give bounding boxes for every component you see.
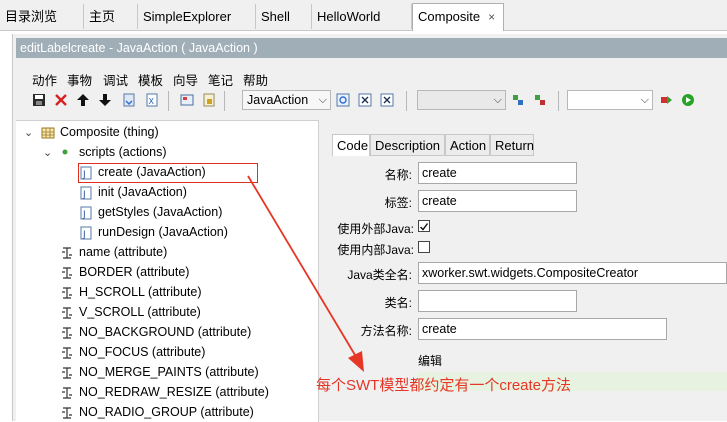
java-file-icon: J [80, 186, 92, 200]
third-combo[interactable]: ⌵ [567, 90, 653, 110]
toolbar-separator [558, 91, 559, 111]
attribute-icon [62, 327, 72, 339]
name-field[interactable]: create [418, 162, 577, 184]
toolbar-separator [224, 91, 225, 111]
tree-node-get-styles[interactable]: getStyles (JavaAction) [98, 202, 222, 222]
xml-icon[interactable] [356, 91, 374, 109]
tree-node-composite[interactable]: Composite (thing) [60, 122, 159, 142]
use-inner-java-checkbox[interactable] [418, 241, 430, 253]
tree-node-attribute[interactable]: NO_RADIO_GROUP (attribute) [79, 402, 254, 422]
menu-action[interactable]: 动作 [32, 70, 57, 89]
action-type-combo[interactable]: JavaAction ⌵ [242, 90, 331, 110]
method-name-field[interactable]: create [418, 318, 667, 340]
tree-add-icon[interactable] [509, 91, 527, 109]
check-icon [420, 223, 429, 231]
tree-node-attribute[interactable]: V_SCROLL (attribute) [79, 302, 201, 322]
menu-thing[interactable]: 事物 [67, 70, 92, 89]
java-class-field[interactable]: xworker.swt.widgets.CompositeCreator [418, 262, 727, 284]
collapse-icon[interactable]: ⌄ [43, 146, 52, 159]
tree-node-create[interactable]: create (JavaAction) [98, 162, 206, 182]
dot-icon [62, 149, 68, 155]
tab-home[interactable]: 主页 [84, 4, 138, 29]
save-icon[interactable] [30, 91, 48, 109]
java-file-icon: J [80, 226, 92, 240]
attribute-icon [62, 387, 72, 399]
menu-notes[interactable]: 笔记 [208, 70, 233, 89]
attribute-icon [62, 267, 72, 279]
tab-description[interactable]: Description [370, 134, 445, 156]
menu-template[interactable]: 模板 [138, 70, 163, 89]
tab-return[interactable]: Return [490, 134, 534, 156]
tree-node-run-design[interactable]: runDesign (JavaAction) [98, 222, 228, 242]
tree-node-attribute[interactable]: H_SCROLL (attribute) [79, 282, 202, 302]
run-icon[interactable] [679, 91, 697, 109]
java-file-icon: J [80, 206, 92, 220]
menu-debug[interactable]: 调试 [103, 70, 128, 89]
attribute-icon [62, 367, 72, 379]
edit-label: 编辑 [418, 354, 443, 368]
tree-remove-icon[interactable] [531, 91, 549, 109]
tree-node-attribute[interactable]: NO_FOCUS (attribute) [79, 342, 205, 362]
xml-file-icon[interactable]: X [143, 91, 161, 109]
tree-node-init[interactable]: init (JavaAction) [98, 182, 187, 202]
annotation-text: 每个SWT模型都约定有一个create方法 [316, 377, 572, 394]
tab-hello-world[interactable]: HelloWorld [312, 4, 412, 29]
tab-action[interactable]: Action [445, 134, 490, 156]
stop-run-icon[interactable] [657, 91, 675, 109]
svg-text:J: J [82, 210, 86, 220]
chevron-down-icon: ⌵ [640, 94, 649, 106]
menu-wizard[interactable]: 向导 [173, 70, 198, 89]
toolbar-separator [406, 91, 407, 111]
svg-text:J: J [82, 190, 86, 200]
collapse-icon[interactable]: ⌄ [24, 126, 33, 139]
attribute-icon [62, 287, 72, 299]
attribute-icon [62, 247, 72, 259]
tab-composite-label: Composite [418, 9, 481, 24]
close-icon[interactable]: × [488, 10, 495, 24]
annotation-arrow [247, 175, 364, 372]
lock-file-icon[interactable] [200, 91, 218, 109]
action-type-value: JavaAction [247, 93, 309, 107]
use-outer-java-checkbox[interactable] [418, 220, 430, 232]
tab-shell[interactable]: Shell [256, 4, 312, 29]
outline-icon[interactable] [178, 91, 196, 109]
chevron-down-icon: ⌵ [493, 94, 502, 106]
tab-composite[interactable]: Composite × [412, 3, 504, 31]
delete-icon[interactable] [52, 91, 70, 109]
move-down-icon[interactable] [96, 91, 114, 109]
tree-node-attribute[interactable]: NO_BACKGROUND (attribute) [79, 322, 251, 342]
svg-text:X: X [149, 97, 155, 106]
svg-text:J: J [82, 230, 86, 240]
menu-bar: 动作 事物 调试 模板 向导 笔记 帮助 [16, 66, 727, 88]
refresh-icon[interactable] [334, 91, 352, 109]
tree-node-attribute[interactable]: NO_MERGE_PAINTS (attribute) [79, 362, 259, 382]
attribute-icon [62, 307, 72, 319]
editor-tab-bar: 目录浏览 主页 SimpleExplorer Shell HelloWorld … [0, 0, 727, 31]
editor-title: editLabelcreate - JavaAction ( JavaActio… [16, 38, 727, 58]
chevron-down-icon: ⌵ [318, 94, 327, 106]
attribute-icon [62, 347, 72, 359]
class-name-field[interactable] [418, 290, 577, 312]
xml-export-icon[interactable] [378, 91, 396, 109]
attribute-icon [62, 407, 72, 419]
tree-node-attribute[interactable]: name (attribute) [79, 242, 167, 262]
tab-code[interactable]: Code [332, 134, 370, 156]
table-icon [41, 127, 55, 139]
move-up-icon[interactable] [74, 91, 92, 109]
tree-node-attribute[interactable]: BORDER (attribute) [79, 262, 189, 282]
import-icon[interactable] [120, 91, 138, 109]
java-file-icon: J [80, 166, 92, 180]
tag-field[interactable]: create [418, 190, 577, 212]
toolbar: X JavaAction ⌵ ⌵ ⌵ [16, 89, 727, 113]
menu-help[interactable]: 帮助 [243, 70, 268, 89]
tree-node-attribute[interactable]: NO_REDRAW_RESIZE (attribute) [79, 382, 269, 402]
tab-simple-explorer[interactable]: SimpleExplorer [138, 4, 256, 29]
svg-text:J: J [82, 170, 86, 180]
secondary-combo[interactable]: ⌵ [417, 90, 506, 110]
toolbar-separator [168, 91, 169, 111]
tree-node-scripts[interactable]: scripts (actions) [79, 142, 167, 162]
tab-directory-browse[interactable]: 目录浏览 [0, 4, 84, 29]
